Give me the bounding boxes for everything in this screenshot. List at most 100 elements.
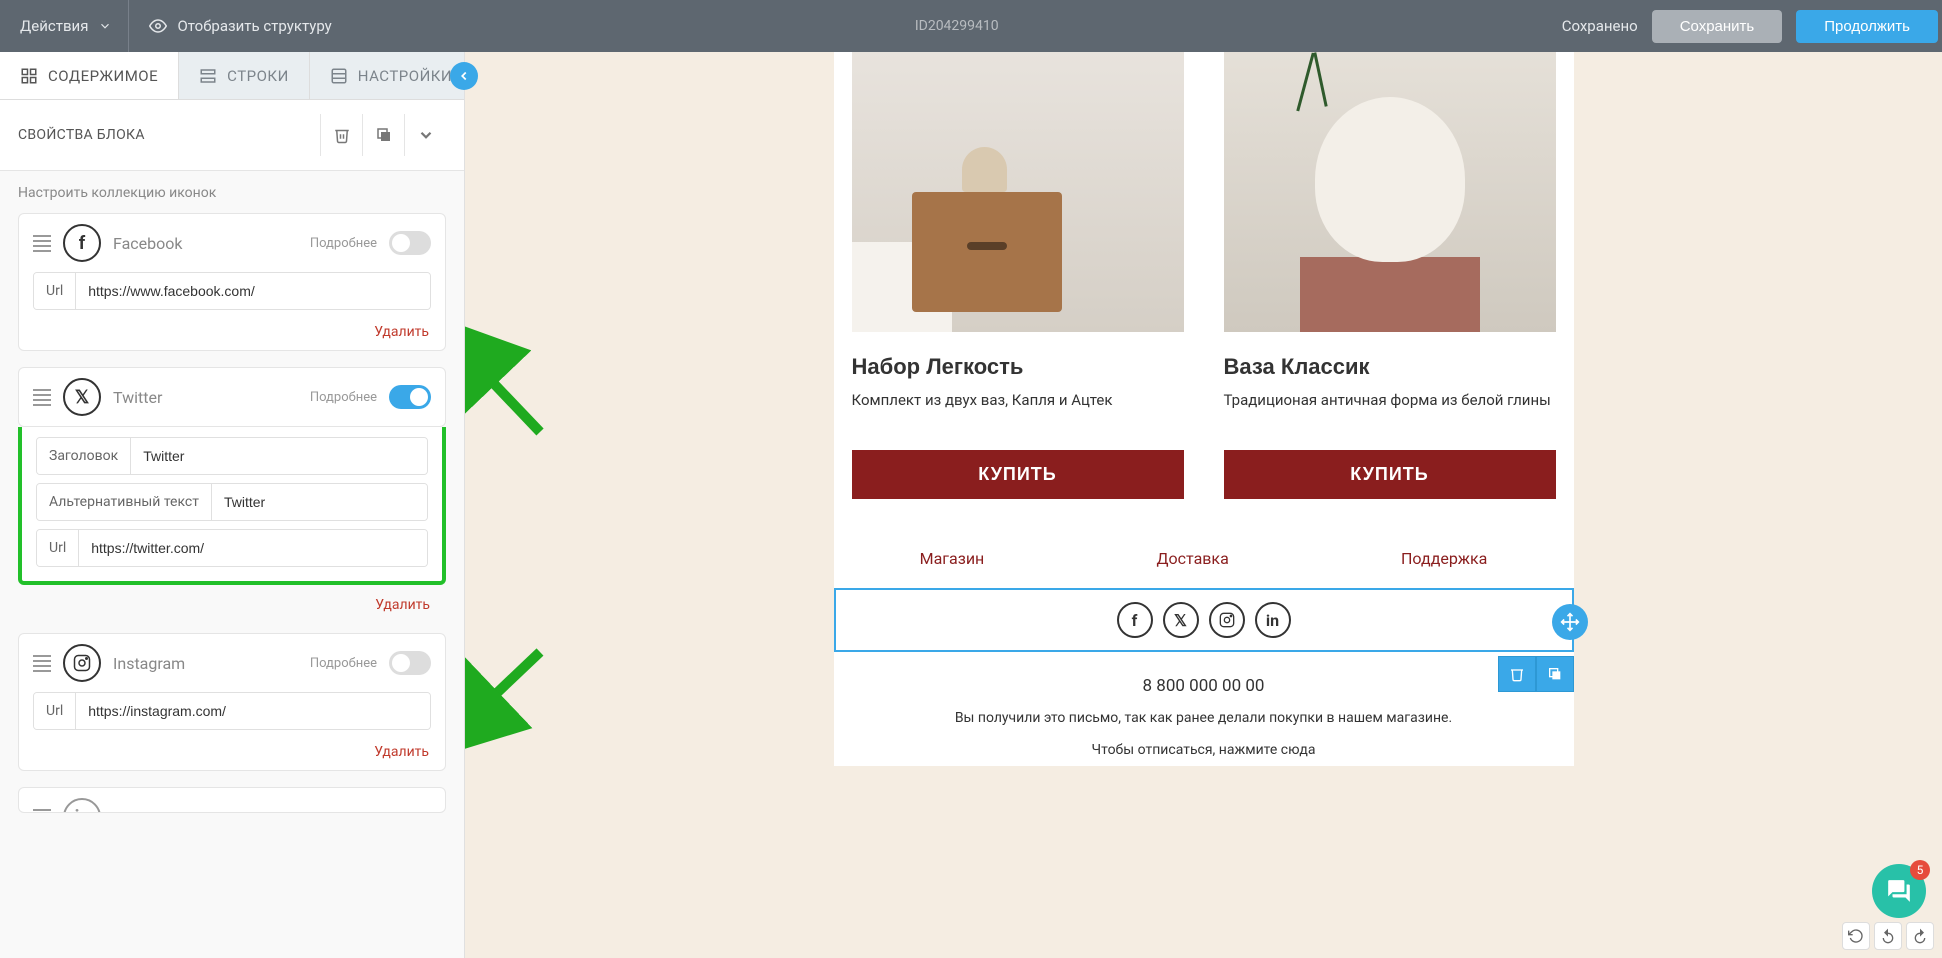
social-name-label: Facebook <box>113 234 298 253</box>
show-structure-toggle[interactable]: Отобразить структуру <box>129 17 351 35</box>
collapse-panel-button[interactable] <box>404 114 446 156</box>
panel-title: СВОЙСТВА БЛОКА <box>18 127 145 143</box>
undo-icon <box>1880 928 1896 944</box>
chat-badge: 5 <box>1910 860 1930 880</box>
product-title-2: Ваза Классик <box>1224 354 1556 380</box>
duplicate-block-button[interactable] <box>362 114 404 156</box>
url-row-facebook: Url <box>33 272 431 310</box>
expand-toggle-instagram[interactable] <box>389 651 431 675</box>
icon-card-facebook: f Facebook Подробнее Url Удалить <box>18 213 446 351</box>
chevron-left-icon <box>457 69 471 83</box>
footer-link-delivery[interactable]: Доставка <box>1156 549 1228 568</box>
panel-body: Настроить коллекцию иконок f Facebook По… <box>0 171 464 958</box>
title-input-twitter[interactable] <box>131 438 427 474</box>
block-properties-header: СВОЙСТВА БЛОКА <box>0 100 464 171</box>
delete-block-button[interactable] <box>320 114 362 156</box>
alt-label: Альтернативный текст <box>37 484 212 520</box>
linkedin-icon: in <box>63 798 101 813</box>
canvas-area[interactable]: Набор Легкость Комплект из двух ваз, Кап… <box>465 52 1942 958</box>
canvas-instagram-icon[interactable] <box>1209 602 1245 638</box>
expand-toggle-facebook[interactable] <box>389 231 431 255</box>
settings-rows-icon <box>330 67 348 85</box>
collapse-sidebar-button[interactable] <box>450 62 478 90</box>
drag-handle[interactable] <box>33 655 51 672</box>
block-delete-button[interactable] <box>1498 656 1536 692</box>
title-label: Заголовок <box>37 438 131 474</box>
canvas-twitter-icon[interactable]: 𝕏 <box>1163 602 1199 638</box>
email-canvas[interactable]: Набор Легкость Комплект из двух ваз, Кап… <box>834 52 1574 766</box>
drag-handle[interactable] <box>33 389 51 406</box>
grid-icon <box>20 67 38 85</box>
annotation-arrow-2 <box>465 642 550 762</box>
chevron-down-icon <box>417 126 435 144</box>
product-title-1: Набор Легкость <box>852 354 1184 380</box>
panel-subtitle: Настроить коллекцию иконок <box>18 185 446 201</box>
footer-link-shop[interactable]: Магазин <box>920 549 985 568</box>
tab-settings-label: НАСТРОЙКИ <box>358 67 452 85</box>
url-row-twitter: Url <box>36 529 428 567</box>
disclaimer-line-2: Чтобы отписаться, нажмите сюда <box>834 734 1574 766</box>
undo-button[interactable] <box>1874 922 1902 950</box>
trash-icon <box>1509 666 1525 682</box>
canvas-facebook-icon[interactable]: f <box>1117 602 1153 638</box>
top-toolbar: Действия Отобразить структуру ID20429941… <box>0 0 1942 52</box>
block-duplicate-button[interactable] <box>1536 656 1574 692</box>
tab-settings[interactable]: НАСТРОЙКИ <box>310 52 473 99</box>
more-label: Подробнее <box>310 656 377 671</box>
history-icon <box>1848 928 1864 944</box>
x-twitter-icon: 𝕏 <box>63 378 101 416</box>
tab-content-label: СОДЕРЖИМОЕ <box>48 67 158 85</box>
product-image-1 <box>852 52 1184 332</box>
save-button[interactable]: Сохранить <box>1652 10 1783 43</box>
buy-button-1[interactable]: КУПИТЬ <box>852 450 1184 499</box>
document-id: ID204299410 <box>915 18 999 34</box>
alt-input-twitter[interactable] <box>212 484 427 520</box>
copy-icon <box>375 126 393 144</box>
product-desc-1: Комплект из двух ваз, Капля и Ацтек <box>852 390 1184 434</box>
footer-link-support[interactable]: Поддержка <box>1401 549 1487 568</box>
expand-toggle-twitter[interactable] <box>389 385 431 409</box>
canvas-linkedin-icon[interactable]: in <box>1255 602 1291 638</box>
icon-card-next: in <box>18 787 446 813</box>
url-input-twitter[interactable] <box>79 530 427 566</box>
delete-facebook-link[interactable]: Удалить <box>19 318 445 350</box>
actions-label: Действия <box>20 17 88 35</box>
url-label: Url <box>34 693 76 729</box>
footer-links: Магазин Доставка Поддержка <box>834 529 1574 588</box>
tab-content[interactable]: СОДЕРЖИМОЕ <box>0 52 179 99</box>
move-block-handle[interactable] <box>1552 604 1588 640</box>
show-structure-label: Отобразить структуру <box>177 17 331 35</box>
buy-button-2[interactable]: КУПИТЬ <box>1224 450 1556 499</box>
facebook-icon: f <box>63 224 101 262</box>
product-card-1: Набор Легкость Комплект из двух ваз, Кап… <box>852 52 1184 499</box>
more-label: Подробнее <box>310 390 377 405</box>
selected-social-block[interactable]: f 𝕏 in <box>834 588 1574 652</box>
chat-widget[interactable]: 5 <box>1872 864 1926 918</box>
instagram-icon <box>63 644 101 682</box>
block-action-bar <box>1498 656 1574 692</box>
rows-icon <box>199 67 217 85</box>
icon-card-twitter-expanded: Заголовок Альтернативный текст Url <box>18 427 446 585</box>
continue-button[interactable]: Продолжить <box>1796 10 1938 43</box>
product-card-2: Ваза Классик Традиционая античная форма … <box>1224 52 1556 499</box>
chevron-down-icon <box>98 19 112 33</box>
url-input-instagram[interactable] <box>76 693 430 729</box>
tab-rows[interactable]: СТРОКИ <box>179 52 310 99</box>
saved-status: Сохранено <box>1562 17 1638 35</box>
disclaimer-line-1: Вы получили это письмо, так как ранее де… <box>834 702 1574 734</box>
delete-instagram-link[interactable]: Удалить <box>19 738 445 770</box>
url-input-facebook[interactable] <box>76 273 430 309</box>
drag-handle[interactable] <box>33 809 51 814</box>
product-image-2 <box>1224 52 1556 332</box>
trash-icon <box>333 126 351 144</box>
more-label: Подробнее <box>310 236 377 251</box>
history-button[interactable] <box>1842 922 1870 950</box>
delete-twitter-link[interactable]: Удалить <box>18 591 446 623</box>
icon-card-twitter: 𝕏 Twitter Подробнее <box>18 367 446 427</box>
phone-text: 8 800 000 00 00 <box>834 652 1574 702</box>
url-row-instagram: Url <box>33 692 431 730</box>
actions-dropdown[interactable]: Действия <box>4 0 129 52</box>
redo-button[interactable] <box>1906 922 1934 950</box>
drag-handle[interactable] <box>33 235 51 252</box>
chat-icon <box>1886 878 1912 904</box>
